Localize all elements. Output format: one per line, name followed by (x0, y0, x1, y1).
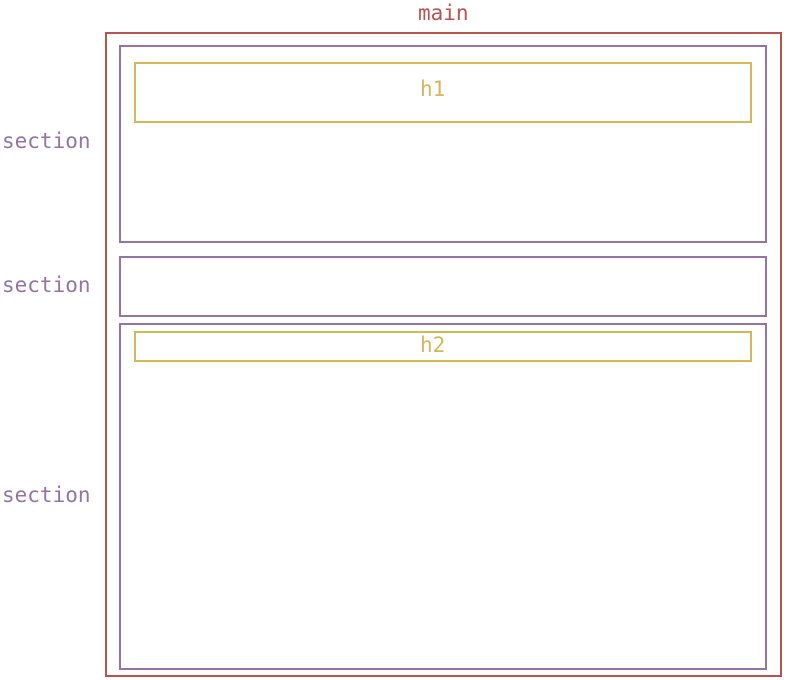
products-section (119, 323, 767, 670)
main-label: main (418, 1, 469, 25)
features-section (119, 256, 767, 317)
hero-section-label: section (2, 129, 91, 153)
products-section-label: section (2, 483, 91, 507)
hero-heading-label: h1 (420, 77, 446, 101)
features-section-label: section (2, 273, 91, 297)
products-heading-label: h2 (420, 333, 446, 357)
